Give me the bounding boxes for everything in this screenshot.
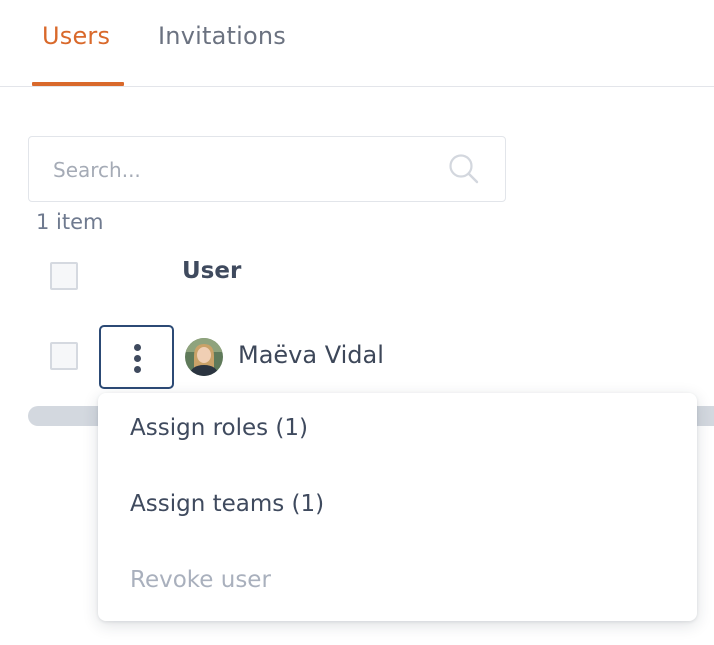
menu-item-assign-teams[interactable]: Assign teams (1) <box>130 491 324 517</box>
row-actions-button[interactable] <box>99 325 174 389</box>
row-checkbox[interactable] <box>50 342 78 370</box>
user-name[interactable]: Maëva Vidal <box>238 341 384 369</box>
menu-item-assign-roles[interactable]: Assign roles (1) <box>130 415 308 441</box>
avatar <box>185 338 223 376</box>
tab-bar: Users Invitations <box>0 0 714 87</box>
search-input[interactable] <box>51 153 435 187</box>
search-icon[interactable] <box>447 152 481 186</box>
active-tab-indicator <box>32 82 124 86</box>
search-box[interactable] <box>28 136 506 202</box>
column-header-user: User <box>182 258 242 284</box>
tab-invitations[interactable]: Invitations <box>158 22 286 50</box>
row-actions-menu: Assign roles (1) Assign teams (1) Revoke… <box>98 393 697 621</box>
select-all-checkbox[interactable] <box>50 262 78 290</box>
menu-item-revoke-user[interactable]: Revoke user <box>130 567 271 593</box>
users-page: Users Invitations 1 item User Maëva Vida… <box>0 0 714 645</box>
results-count: 1 item <box>36 210 104 234</box>
tab-users[interactable]: Users <box>42 22 110 50</box>
